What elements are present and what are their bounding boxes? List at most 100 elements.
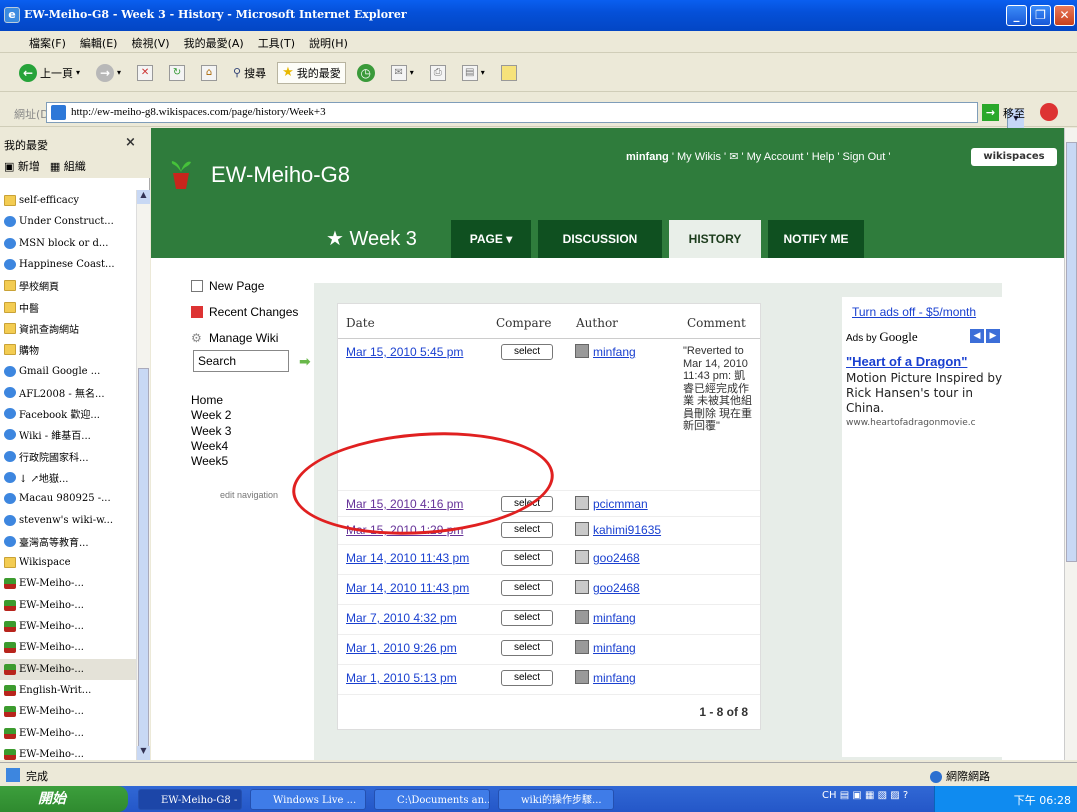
tab-history[interactable]: HISTORY xyxy=(669,220,761,258)
select-button[interactable]: select xyxy=(501,522,553,538)
messenger-button[interactable] xyxy=(496,62,522,84)
title-bar[interactable]: e EW-Meiho-G8 - Week 3 - History - Micro… xyxy=(0,0,1077,31)
minimize-button[interactable]: _ xyxy=(1006,5,1027,26)
favorites-scrollbar[interactable]: ▲ ▼ xyxy=(136,190,150,760)
select-button[interactable]: select xyxy=(501,550,553,566)
revision-date-link[interactable]: Mar 15, 2010 5:45 pm xyxy=(346,345,463,359)
start-button[interactable]: 開始 xyxy=(0,786,128,812)
favorite-item[interactable]: stevenw's wiki-w... xyxy=(0,509,136,530)
favorites-add-button[interactable]: ▣ 新增 xyxy=(4,158,40,174)
back-button[interactable]: ← 上一頁 ▾ xyxy=(14,61,85,85)
acrobat-icon[interactable] xyxy=(1040,103,1058,121)
favorite-item[interactable]: 臺灣高等教育... xyxy=(0,531,136,552)
favorite-item[interactable]: EW-Meiho-... xyxy=(0,722,136,743)
ad-next-icon[interactable]: ▶ xyxy=(986,329,1000,343)
favorite-item[interactable]: 行政院國家科... xyxy=(0,446,136,467)
go-button[interactable]: → 移至 xyxy=(982,104,1025,121)
favorites-button[interactable]: ★ 我的最愛 xyxy=(277,61,346,84)
menu-view[interactable]: 檢視(V) xyxy=(124,31,176,55)
search-go-icon[interactable]: ➡ xyxy=(299,354,311,370)
edit-button[interactable]: ▤ ▾ xyxy=(457,62,490,84)
ad-prev-icon[interactable]: ◀ xyxy=(970,329,984,343)
tab-notify-me[interactable]: NOTIFY ME xyxy=(768,220,864,258)
menu-edit[interactable]: 編輯(E) xyxy=(73,31,125,55)
favorite-item[interactable]: 學校網頁 xyxy=(0,275,136,296)
manage-wiki-link[interactable]: ⚙ Manage Wiki xyxy=(191,325,321,351)
favorite-item[interactable]: EW-Meiho-... xyxy=(0,701,136,722)
language-bar[interactable]: CH ▤ ▣ ▦ ▧ ▨ ? xyxy=(822,790,908,801)
menu-tools[interactable]: 工具(T) xyxy=(251,31,302,55)
favorite-item[interactable]: Happinese Coast... xyxy=(0,254,136,275)
favorite-item[interactable]: English-Writ... xyxy=(0,680,136,701)
favorite-item[interactable]: Wikispace xyxy=(0,552,136,573)
tab-page[interactable]: PAGE ▾ xyxy=(451,220,531,258)
search-button[interactable]: ⚲ 搜尋 xyxy=(228,62,271,84)
task-ie[interactable]: EW-Meiho-G8 - ... xyxy=(138,789,242,810)
page-scrollbar[interactable] xyxy=(1064,128,1077,760)
favorite-item[interactable]: self-efficacy xyxy=(0,190,136,211)
home-button[interactable]: ⌂ xyxy=(196,62,222,84)
nav-link-home[interactable]: Home xyxy=(191,393,231,408)
select-button[interactable]: select xyxy=(501,670,553,686)
task-word[interactable]: wiki的操作步驟... xyxy=(498,789,614,810)
favorite-item[interactable]: 中醫 xyxy=(0,296,136,317)
favorite-item[interactable]: AFL2008 - 無名... xyxy=(0,382,136,403)
turn-ads-off-link[interactable]: Turn ads off - $5/month xyxy=(852,305,976,319)
favorite-item[interactable]: 購物 xyxy=(0,339,136,360)
select-button[interactable]: select xyxy=(501,640,553,656)
task-explorer[interactable]: C:\Documents an... xyxy=(374,789,490,810)
revision-date-link[interactable]: Mar 14, 2010 11:43 pm xyxy=(346,551,469,565)
history-button[interactable]: ◷ xyxy=(352,61,380,85)
favorite-item[interactable]: Gmail Google ... xyxy=(0,360,136,381)
favorite-item[interactable]: 資訊查詢網站 xyxy=(0,318,136,339)
nav-link-week4[interactable]: Week4 xyxy=(191,439,231,454)
nav-link-week5[interactable]: Week5 xyxy=(191,454,231,469)
revision-date-link[interactable]: Mar 7, 2010 4:32 pm xyxy=(346,611,457,625)
close-button[interactable]: ✕ xyxy=(1054,5,1075,26)
page-scroll-thumb[interactable] xyxy=(1066,142,1077,562)
ad-title-link[interactable]: "Heart of a Dragon" xyxy=(846,354,967,369)
maximize-button[interactable]: ❐ xyxy=(1030,5,1051,26)
scroll-up-icon[interactable]: ▲ xyxy=(137,190,150,204)
author-link[interactable]: goo2468 xyxy=(593,551,640,565)
edit-navigation-link[interactable]: edit navigation xyxy=(220,490,278,500)
revision-date-link[interactable]: Mar 14, 2010 11:43 pm xyxy=(346,581,469,595)
new-page-link[interactable]: New Page xyxy=(191,273,321,299)
account-links[interactable]: ' My Wikis ' ✉ ' My Account ' Help ' Sig… xyxy=(672,151,891,163)
favorite-item[interactable]: EW-Meiho-... xyxy=(0,616,136,637)
author-link[interactable]: minfang xyxy=(593,671,636,685)
author-link[interactable]: kahimi91635 xyxy=(593,523,661,537)
forward-button[interactable]: → ▾ xyxy=(91,61,126,85)
select-button[interactable]: select xyxy=(501,580,553,596)
search-input[interactable]: Search xyxy=(193,350,289,372)
author-link[interactable]: goo2468 xyxy=(593,581,640,595)
favorite-item[interactable]: Under Construct... xyxy=(0,211,136,232)
favorite-item[interactable]: Facebook 歡迎... xyxy=(0,403,136,424)
favorite-item[interactable]: MSN block or d... xyxy=(0,233,136,254)
address-input[interactable]: http://ew-meiho-g8.wikispaces.com/page/h… xyxy=(46,102,1024,128)
wikispaces-logo[interactable]: wikispaces xyxy=(971,148,1057,166)
author-link[interactable]: minfang xyxy=(593,611,636,625)
author-link[interactable]: minfang xyxy=(593,641,636,655)
tab-discussion[interactable]: DISCUSSION xyxy=(538,220,662,258)
task-windows-live[interactable]: Windows Live ... xyxy=(250,789,366,810)
favorite-item[interactable]: Wiki - 維基百... xyxy=(0,424,136,445)
favorites-close-icon[interactable]: × xyxy=(125,135,136,150)
nav-link-week-2[interactable]: Week 2 xyxy=(191,408,231,423)
print-button[interactable]: ⎙ xyxy=(425,62,451,84)
author-link[interactable]: pcicmman xyxy=(593,497,648,511)
site-name[interactable]: EW-Meiho-G8 xyxy=(211,162,350,188)
select-button[interactable]: select xyxy=(501,344,553,360)
nav-link-week-3[interactable]: Week 3 xyxy=(191,424,231,439)
scroll-down-icon[interactable]: ▼ xyxy=(137,746,150,760)
favorite-item[interactable]: Macau 980925 -... xyxy=(0,488,136,509)
stop-button[interactable]: ✕ xyxy=(132,62,158,84)
favorites-organize-button[interactable]: ▦ 組織 xyxy=(50,158,86,174)
menu-favorites[interactable]: 我的最愛(A) xyxy=(177,31,251,55)
select-button[interactable]: select xyxy=(501,610,553,626)
favorite-item[interactable]: EW-Meiho-... xyxy=(0,658,136,680)
author-link[interactable]: minfang xyxy=(593,345,636,359)
menu-file[interactable]: 檔案(F) xyxy=(22,31,73,55)
ad-url[interactable]: www.heartofadragonmovie.c xyxy=(846,418,1001,428)
refresh-button[interactable]: ↻ xyxy=(164,62,190,84)
